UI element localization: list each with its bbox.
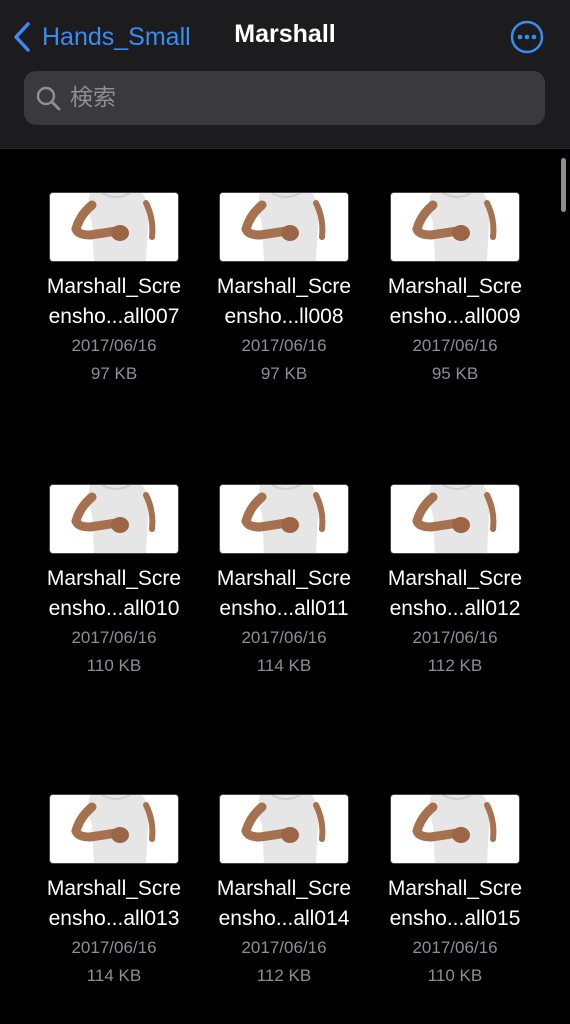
file-name-line1: Marshall_Scre: [216, 877, 352, 900]
file-size: 112 KB: [256, 966, 312, 985]
file-date: 2017/06/16: [412, 336, 498, 355]
file-item[interactable]: Marshall_Scre ensho...all013 2017/06/16 114…: [29, 794, 199, 990]
file-item[interactable]: Marshall_Scre ensho...ll008 2017/06/16 97 K…: [199, 192, 369, 388]
scrollbar[interactable]: [561, 158, 566, 212]
file-name-line1: Marshall_Scre: [387, 567, 523, 590]
file-thumbnail: [219, 794, 349, 864]
file-date: 2017/06/16: [412, 628, 498, 647]
file-size: 97 KB: [260, 364, 308, 383]
file-size: 97 KB: [90, 364, 138, 383]
file-size: 114 KB: [256, 656, 312, 675]
file-name-line2: ensho...all014: [218, 907, 350, 930]
file-name-line1: Marshall_Scre: [46, 275, 182, 298]
file-thumbnail: [390, 794, 520, 864]
file-size: 110 KB: [427, 966, 483, 985]
file-name-line2: ensho...all010: [48, 597, 180, 620]
file-thumbnail: [219, 484, 349, 554]
file-size: 114 KB: [86, 966, 142, 985]
file-name-line1: Marshall_Scre: [216, 275, 352, 298]
file-name-line1: Marshall_Scre: [46, 877, 182, 900]
file-name-line2: ensho...all007: [48, 305, 180, 328]
more-button[interactable]: [510, 20, 544, 54]
file-date: 2017/06/16: [71, 938, 157, 957]
search-input[interactable]: [68, 84, 532, 112]
page-title: Marshall: [234, 20, 336, 48]
file-item[interactable]: Marshall_Scre ensho...all007 2017/06/16 97 …: [29, 192, 199, 388]
file-name-line1: Marshall_Scre: [387, 275, 523, 298]
file-thumbnail: [49, 794, 179, 864]
file-size: 110 KB: [86, 656, 142, 675]
file-item[interactable]: Marshall_Scre ensho...all011 2017/06/16 114…: [199, 484, 369, 680]
file-item[interactable]: Marshall_Scre ensho...all014 2017/06/16 112…: [199, 794, 369, 990]
file-date: 2017/06/16: [71, 336, 157, 355]
file-thumbnail: [390, 192, 520, 262]
file-thumbnail: [49, 192, 179, 262]
file-grid: Marshall_Scre ensho...all007 2017/06/16 97 …: [0, 149, 570, 1024]
file-name-line2: ensho...all011: [219, 597, 349, 620]
file-name-line2: ensho...all013: [48, 907, 180, 930]
file-date: 2017/06/16: [241, 938, 327, 957]
file-name-line1: Marshall_Scre: [216, 567, 352, 590]
file-item[interactable]: Marshall_Scre ensho...all010 2017/06/16 110…: [29, 484, 199, 680]
file-item[interactable]: Marshall_Scre ensho...all015 2017/06/16 110…: [370, 794, 540, 990]
file-name-line2: ensho...ll008: [224, 305, 344, 328]
file-thumbnail: [390, 484, 520, 554]
search-field[interactable]: [24, 71, 545, 125]
ellipsis-circle-icon: [510, 20, 544, 54]
file-item[interactable]: Marshall_Scre ensho...all009 2017/06/16 95 …: [370, 192, 540, 388]
file-name-line2: ensho...all015: [389, 907, 521, 930]
file-item[interactable]: Marshall_Scre ensho...all012 2017/06/16 112…: [370, 484, 540, 680]
search-icon: [36, 86, 61, 111]
file-name-line1: Marshall_Scre: [46, 567, 182, 590]
file-date: 2017/06/16: [241, 628, 327, 647]
file-date: 2017/06/16: [241, 336, 327, 355]
file-size: 112 KB: [427, 656, 483, 675]
file-date: 2017/06/16: [412, 938, 498, 957]
file-date: 2017/06/16: [71, 628, 157, 647]
file-name-line1: Marshall_Scre: [387, 877, 523, 900]
navigation-header: Hands_Small Marshall: [0, 0, 570, 149]
file-thumbnail: [219, 192, 349, 262]
file-size: 95 KB: [431, 364, 479, 383]
file-thumbnail: [49, 484, 179, 554]
file-name-line2: ensho...all009: [389, 305, 521, 328]
file-name-line2: ensho...all012: [389, 597, 521, 620]
